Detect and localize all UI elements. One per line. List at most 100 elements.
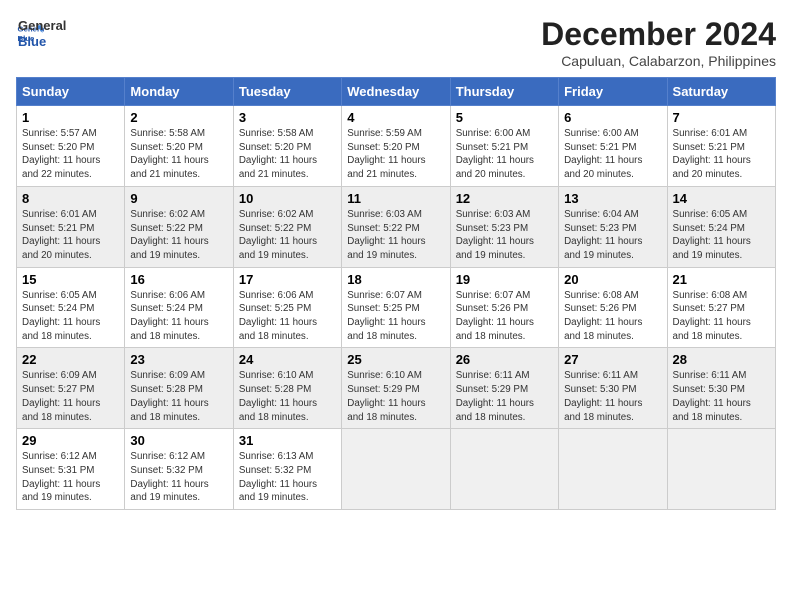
day-info: Sunrise: 6:00 AM Sunset: 5:21 PM Dayligh…: [456, 127, 553, 182]
calendar-cell: 20Sunrise: 6:08 AM Sunset: 5:26 PM Dayli…: [559, 267, 667, 348]
header-cell-friday: Friday: [559, 78, 667, 106]
calendar-cell: 13 Sunrise: 6:04 AM Sunset: 5:23 PM Dayli…: [559, 186, 667, 267]
calendar-cell: 1 Sunrise: 5:57 AM Sunset: 5:20 PM Daylig…: [17, 106, 125, 187]
day-number: 13: [564, 191, 661, 206]
calendar-cell: 23 Sunrise: 6:09 AM Sunset: 5:28 PM Dayli…: [125, 348, 233, 429]
day-info: Sunrise: 6:10 AM Sunset: 5:29 PM Dayligh…: [347, 369, 444, 424]
day-number: 26: [456, 352, 553, 367]
day-number: 2: [130, 110, 227, 125]
day-number: 30: [130, 433, 227, 448]
day-info: Sunrise: 5:58 AM Sunset: 5:20 PM Dayligh…: [239, 127, 336, 182]
calendar-cell: 5Sunrise: 6:00 AM Sunset: 5:21 PM Daylig…: [450, 106, 558, 187]
calendar-week-5: 29Sunrise: 6:12 AM Sunset: 5:31 PM Dayli…: [17, 429, 776, 510]
calendar-week-1: 1 Sunrise: 5:57 AM Sunset: 5:20 PM Daylig…: [17, 106, 776, 187]
calendar-cell: 3 Sunrise: 5:58 AM Sunset: 5:20 PM Daylig…: [233, 106, 341, 187]
day-info: Sunrise: 6:00 AM Sunset: 5:21 PM Dayligh…: [564, 127, 661, 182]
day-info: Sunrise: 6:05 AM Sunset: 5:24 PM Dayligh…: [22, 289, 119, 344]
day-number: 18: [347, 272, 444, 287]
calendar-cell: 27Sunrise: 6:11 AM Sunset: 5:30 PM Dayli…: [559, 348, 667, 429]
day-info: Sunrise: 6:01 AM Sunset: 5:21 PM Dayligh…: [22, 208, 119, 263]
calendar-title: December 2024: [541, 16, 776, 53]
day-info: Sunrise: 6:04 AM Sunset: 5:23 PM Dayligh…: [564, 208, 661, 263]
day-number: 28: [673, 352, 770, 367]
calendar-cell: 14 Sunrise: 6:05 AM Sunset: 5:24 PM Dayli…: [667, 186, 775, 267]
calendar-header: SundayMondayTuesdayWednesdayThursdayFrid…: [17, 78, 776, 106]
day-number: 7: [673, 110, 770, 125]
calendar-week-4: 22 Sunrise: 6:09 AM Sunset: 5:27 PM Dayli…: [17, 348, 776, 429]
calendar-cell: [342, 429, 450, 510]
calendar-week-2: 8 Sunrise: 6:01 AM Sunset: 5:21 PM Daylig…: [17, 186, 776, 267]
day-number: 23: [130, 352, 227, 367]
day-number: 3: [239, 110, 336, 125]
day-info: Sunrise: 5:57 AM Sunset: 5:20 PM Dayligh…: [22, 127, 119, 182]
calendar-cell: 31 Sunrise: 6:13 AM Sunset: 5:32 PM Dayli…: [233, 429, 341, 510]
day-number: 4: [347, 110, 444, 125]
day-number: 6: [564, 110, 661, 125]
day-info: Sunrise: 6:06 AM Sunset: 5:24 PM Dayligh…: [130, 289, 227, 344]
calendar-cell: 15 Sunrise: 6:05 AM Sunset: 5:24 PM Dayli…: [17, 267, 125, 348]
header-cell-wednesday: Wednesday: [342, 78, 450, 106]
calendar-cell: [667, 429, 775, 510]
day-info: Sunrise: 6:10 AM Sunset: 5:28 PM Dayligh…: [239, 369, 336, 424]
calendar-cell: 17Sunrise: 6:06 AM Sunset: 5:25 PM Dayli…: [233, 267, 341, 348]
calendar-cell: 6 Sunrise: 6:00 AM Sunset: 5:21 PM Daylig…: [559, 106, 667, 187]
calendar-cell: 29Sunrise: 6:12 AM Sunset: 5:31 PM Dayli…: [17, 429, 125, 510]
day-info: Sunrise: 6:09 AM Sunset: 5:28 PM Dayligh…: [130, 369, 227, 424]
calendar-cell: 10Sunrise: 6:02 AM Sunset: 5:22 PM Dayli…: [233, 186, 341, 267]
day-number: 31: [239, 433, 336, 448]
day-number: 21: [673, 272, 770, 287]
day-number: 1: [22, 110, 119, 125]
calendar-cell: 24Sunrise: 6:10 AM Sunset: 5:28 PM Dayli…: [233, 348, 341, 429]
day-number: 16: [130, 272, 227, 287]
calendar-week-3: 15 Sunrise: 6:05 AM Sunset: 5:24 PM Dayli…: [17, 267, 776, 348]
calendar-cell: [450, 429, 558, 510]
day-info: Sunrise: 6:09 AM Sunset: 5:27 PM Dayligh…: [22, 369, 119, 424]
day-number: 19: [456, 272, 553, 287]
calendar-cell: 7 Sunrise: 6:01 AM Sunset: 5:21 PM Daylig…: [667, 106, 775, 187]
logo-line1: General: [18, 18, 66, 34]
calendar-table: SundayMondayTuesdayWednesdayThursdayFrid…: [16, 77, 776, 510]
day-number: 11: [347, 191, 444, 206]
calendar-cell: 21 Sunrise: 6:08 AM Sunset: 5:27 PM Dayli…: [667, 267, 775, 348]
day-info: Sunrise: 6:06 AM Sunset: 5:25 PM Dayligh…: [239, 289, 336, 344]
header-row: SundayMondayTuesdayWednesdayThursdayFrid…: [17, 78, 776, 106]
day-number: 8: [22, 191, 119, 206]
day-number: 12: [456, 191, 553, 206]
day-info: Sunrise: 6:01 AM Sunset: 5:21 PM Dayligh…: [673, 127, 770, 182]
calendar-cell: 16 Sunrise: 6:06 AM Sunset: 5:24 PM Dayli…: [125, 267, 233, 348]
day-info: Sunrise: 5:58 AM Sunset: 5:20 PM Dayligh…: [130, 127, 227, 182]
day-number: 9: [130, 191, 227, 206]
calendar-cell: 25 Sunrise: 6:10 AM Sunset: 5:29 PM Dayli…: [342, 348, 450, 429]
calendar-cell: 18 Sunrise: 6:07 AM Sunset: 5:25 PM Dayli…: [342, 267, 450, 348]
day-info: Sunrise: 6:07 AM Sunset: 5:25 PM Dayligh…: [347, 289, 444, 344]
day-info: Sunrise: 6:03 AM Sunset: 5:22 PM Dayligh…: [347, 208, 444, 263]
calendar-cell: 28Sunrise: 6:11 AM Sunset: 5:30 PM Dayli…: [667, 348, 775, 429]
title-block: December 2024 Capuluan, Calabarzon, Phil…: [541, 16, 776, 69]
day-info: Sunrise: 6:11 AM Sunset: 5:30 PM Dayligh…: [564, 369, 661, 424]
day-info: Sunrise: 6:12 AM Sunset: 5:32 PM Dayligh…: [130, 450, 227, 505]
calendar-cell: 4 Sunrise: 5:59 AM Sunset: 5:20 PM Daylig…: [342, 106, 450, 187]
calendar-cell: 8 Sunrise: 6:01 AM Sunset: 5:21 PM Daylig…: [17, 186, 125, 267]
page-header: General Blue General Blue December 2024 …: [16, 16, 776, 69]
day-number: 22: [22, 352, 119, 367]
day-info: Sunrise: 5:59 AM Sunset: 5:20 PM Dayligh…: [347, 127, 444, 182]
day-number: 25: [347, 352, 444, 367]
day-info: Sunrise: 6:13 AM Sunset: 5:32 PM Dayligh…: [239, 450, 336, 505]
day-info: Sunrise: 6:03 AM Sunset: 5:23 PM Dayligh…: [456, 208, 553, 263]
calendar-subtitle: Capuluan, Calabarzon, Philippines: [541, 53, 776, 69]
day-number: 14: [673, 191, 770, 206]
day-info: Sunrise: 6:05 AM Sunset: 5:24 PM Dayligh…: [673, 208, 770, 263]
calendar-cell: 26 Sunrise: 6:11 AM Sunset: 5:29 PM Dayli…: [450, 348, 558, 429]
day-number: 15: [22, 272, 119, 287]
logo-line2: Blue: [18, 34, 66, 50]
calendar-cell: 2 Sunrise: 5:58 AM Sunset: 5:20 PM Daylig…: [125, 106, 233, 187]
day-info: Sunrise: 6:11 AM Sunset: 5:29 PM Dayligh…: [456, 369, 553, 424]
calendar-cell: 11 Sunrise: 6:03 AM Sunset: 5:22 PM Dayli…: [342, 186, 450, 267]
day-info: Sunrise: 6:02 AM Sunset: 5:22 PM Dayligh…: [239, 208, 336, 263]
calendar-cell: 22 Sunrise: 6:09 AM Sunset: 5:27 PM Dayli…: [17, 348, 125, 429]
header-cell-thursday: Thursday: [450, 78, 558, 106]
day-info: Sunrise: 6:08 AM Sunset: 5:26 PM Dayligh…: [564, 289, 661, 344]
calendar-body: 1 Sunrise: 5:57 AM Sunset: 5:20 PM Daylig…: [17, 106, 776, 510]
day-info: Sunrise: 6:08 AM Sunset: 5:27 PM Dayligh…: [673, 289, 770, 344]
day-info: Sunrise: 6:07 AM Sunset: 5:26 PM Dayligh…: [456, 289, 553, 344]
